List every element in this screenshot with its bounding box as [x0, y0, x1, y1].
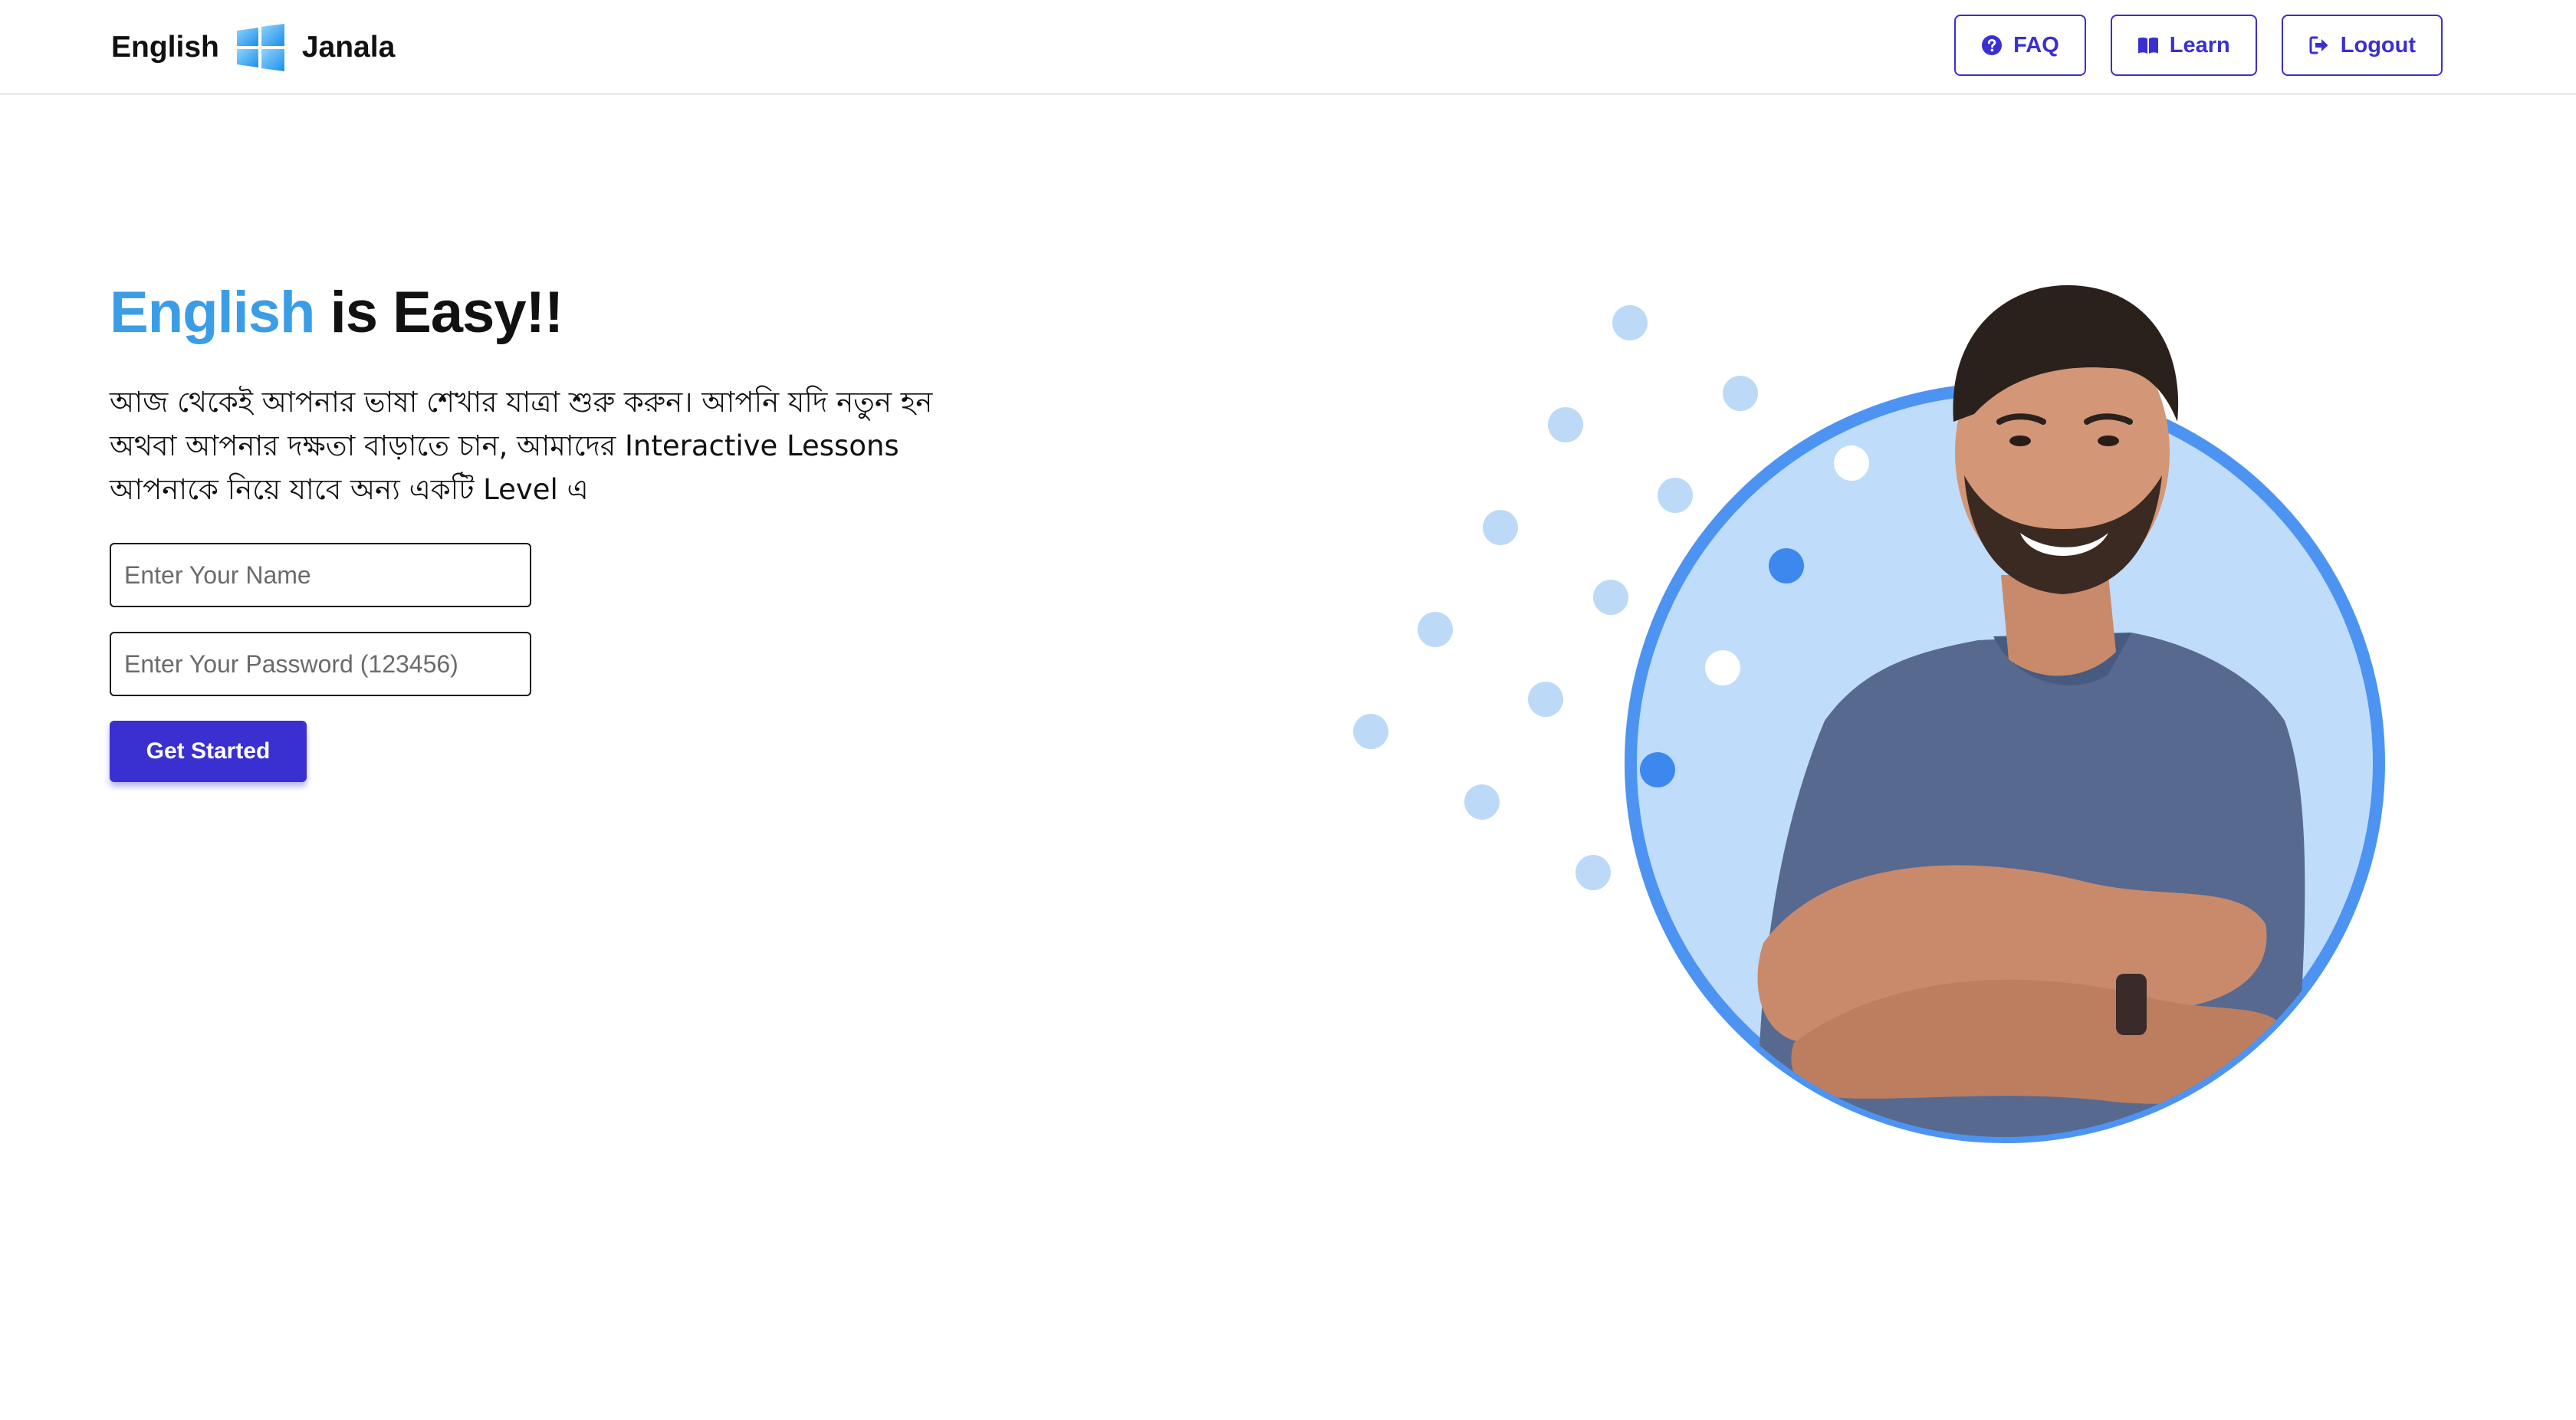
decor-dot [1612, 305, 1648, 340]
hero-title: English is Easy!! [110, 284, 564, 342]
decor-dot [1548, 407, 1583, 442]
decor-dot [1528, 682, 1563, 717]
brand[interactable]: English Janala [111, 18, 395, 77]
windows-logo-icon [236, 24, 284, 71]
decor-dot [1576, 855, 1611, 890]
decor-dot [1658, 478, 1693, 513]
faq-button[interactable]: FAQ [1954, 15, 2086, 76]
learn-button-label: Learn [2169, 32, 2230, 58]
decor-dot [1483, 510, 1518, 545]
decor-dot [1769, 548, 1804, 583]
decor-dot [1723, 376, 1758, 411]
nav-buttons: FAQ Learn Logout [1954, 15, 2443, 76]
name-input[interactable] [110, 543, 531, 607]
decor-dot [1593, 580, 1628, 615]
brand-text-janala: Janala [301, 31, 396, 64]
decor-dot [1353, 714, 1388, 749]
get-started-button[interactable]: Get Started [110, 721, 307, 782]
sign-out-icon [2309, 36, 2328, 54]
faq-button-label: FAQ [2013, 32, 2059, 58]
book-open-icon [2137, 37, 2158, 54]
person-illustration [1757, 284, 2305, 1137]
logout-button[interactable]: Logout [2281, 15, 2443, 76]
logout-button-label: Logout [2340, 32, 2416, 58]
learn-button[interactable]: Learn [2110, 15, 2257, 76]
navbar: English Janala FAQ Learn Logout [0, 0, 2576, 95]
hero-description: আজ থেকেই আপনার ভাষা শেখার যাত্রা শুরু কর… [110, 386, 933, 506]
decor-dot [1418, 612, 1453, 647]
hero-title-rest: is Easy!! [314, 280, 564, 345]
decor-dot [1640, 752, 1675, 787]
hero-illustration [1353, 284, 2385, 1143]
password-input[interactable] [110, 632, 531, 696]
decor-dot [1464, 784, 1500, 820]
decor-dot [1705, 650, 1740, 685]
hero-title-accent: English [110, 280, 315, 345]
brand-text-english: English [111, 31, 219, 64]
question-circle-icon [1982, 35, 2003, 55]
decor-dot [1834, 445, 1869, 481]
